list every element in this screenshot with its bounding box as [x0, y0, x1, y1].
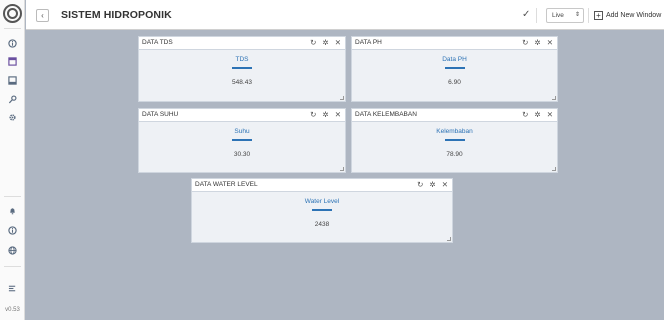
gear-icon[interactable]: ✲: [534, 110, 540, 119]
widget-label: Data PH: [442, 56, 467, 63]
widget-tds: DATA TDS ↻ ✲ ✕ TDS 548.43: [138, 36, 346, 102]
check-icon[interactable]: ✓: [522, 9, 530, 20]
sidebar-divider: [4, 196, 21, 197]
resize-handle[interactable]: [552, 96, 556, 100]
widget-value: 6.90: [448, 79, 461, 86]
close-icon[interactable]: ✕: [442, 180, 448, 189]
info-circle-icon[interactable]: [0, 223, 25, 237]
widget-title: DATA WATER LEVEL: [195, 181, 258, 188]
add-new-window-button[interactable]: + Add New Window: [594, 8, 664, 23]
widget-header[interactable]: DATA SUHU ↻ ✲ ✕: [139, 109, 345, 122]
widget-label: Kelembaban: [436, 128, 473, 135]
close-icon[interactable]: ✕: [547, 38, 553, 47]
back-button[interactable]: ‹: [36, 9, 49, 22]
widget-value: 548.43: [232, 79, 252, 86]
header-divider: [588, 8, 589, 23]
collapse-icon[interactable]: [0, 281, 25, 295]
gear-icon[interactable]: ✲: [429, 180, 435, 189]
panel-icon[interactable]: [0, 73, 25, 87]
app-logo-icon[interactable]: [3, 4, 22, 23]
widget-title: DATA KELEMBABAN: [355, 111, 417, 118]
refresh-icon[interactable]: ↻: [310, 38, 316, 47]
widget-header[interactable]: DATA KELEMBABAN ↻ ✲ ✕: [352, 109, 557, 122]
widget-suhu: DATA SUHU ↻ ✲ ✕ Suhu 30.30: [138, 108, 346, 173]
widget-header[interactable]: DATA WATER LEVEL ↻ ✲ ✕: [192, 179, 452, 192]
widget-value: 78.90: [446, 151, 463, 158]
info-icon[interactable]: [0, 36, 25, 50]
top-header: ‹ SISTEM HIDROPONIK ✓ Live ⇕ + Add New Wi…: [26, 0, 664, 30]
sidebar-divider: [4, 28, 21, 29]
widget-title: DATA TDS: [142, 39, 173, 46]
select-arrows-icon: ⇕: [574, 12, 580, 18]
widget-title: DATA PH: [355, 39, 382, 46]
widget-label: Suhu: [234, 128, 250, 135]
live-mode-value: Live: [552, 12, 564, 19]
resize-handle[interactable]: [340, 167, 344, 171]
label-underline: [312, 209, 332, 211]
resize-handle[interactable]: [447, 237, 451, 241]
widget-value: 2438: [314, 221, 330, 228]
widget-kelembaban: DATA KELEMBABAN ↻ ✲ ✕ Kelembaban 78.90: [351, 108, 558, 173]
refresh-icon[interactable]: ↻: [522, 38, 528, 47]
widget-title: DATA SUHU: [142, 111, 179, 118]
label-underline: [232, 139, 252, 141]
sidebar: v0.53: [0, 0, 25, 320]
add-new-window-label: Add New Window: [606, 12, 662, 19]
add-icon: +: [594, 11, 603, 20]
key-icon[interactable]: [0, 92, 25, 106]
resize-handle[interactable]: [340, 96, 344, 100]
close-icon[interactable]: ✕: [547, 110, 553, 119]
label-underline: [232, 67, 252, 69]
gear-icon[interactable]: [0, 110, 25, 124]
dashboard-icon[interactable]: [0, 54, 25, 68]
widget-header[interactable]: DATA TDS ↻ ✲ ✕: [139, 37, 345, 50]
gear-icon[interactable]: ✲: [322, 38, 328, 47]
widget-ph: DATA PH ↻ ✲ ✕ Data PH 6.90: [351, 36, 558, 102]
resize-handle[interactable]: [552, 167, 556, 171]
bell-icon[interactable]: [0, 203, 25, 217]
live-mode-select[interactable]: Live ⇕: [546, 8, 584, 23]
page-title: SISTEM HIDROPONIK: [61, 9, 172, 21]
refresh-icon[interactable]: ↻: [310, 110, 316, 119]
close-icon[interactable]: ✕: [335, 38, 341, 47]
sidebar-divider: [4, 266, 21, 267]
globe-icon[interactable]: [0, 243, 25, 257]
widget-label: Water Level: [304, 198, 340, 205]
widget-header[interactable]: DATA PH ↻ ✲ ✕: [352, 37, 557, 50]
refresh-icon[interactable]: ↻: [522, 110, 528, 119]
widget-value: 30.30: [233, 151, 251, 158]
close-icon[interactable]: ✕: [335, 110, 341, 119]
label-underline: [444, 67, 465, 69]
header-divider: [536, 8, 537, 23]
widget-water-level: DATA WATER LEVEL ↻ ✲ ✕ Water Level 2438: [191, 178, 453, 243]
label-underline: [444, 139, 465, 141]
gear-icon[interactable]: ✲: [322, 110, 328, 119]
refresh-icon[interactable]: ↻: [417, 180, 423, 189]
widget-label: TDS: [235, 56, 249, 63]
gear-icon[interactable]: ✲: [534, 38, 540, 47]
version-label: v0.53: [5, 307, 20, 313]
